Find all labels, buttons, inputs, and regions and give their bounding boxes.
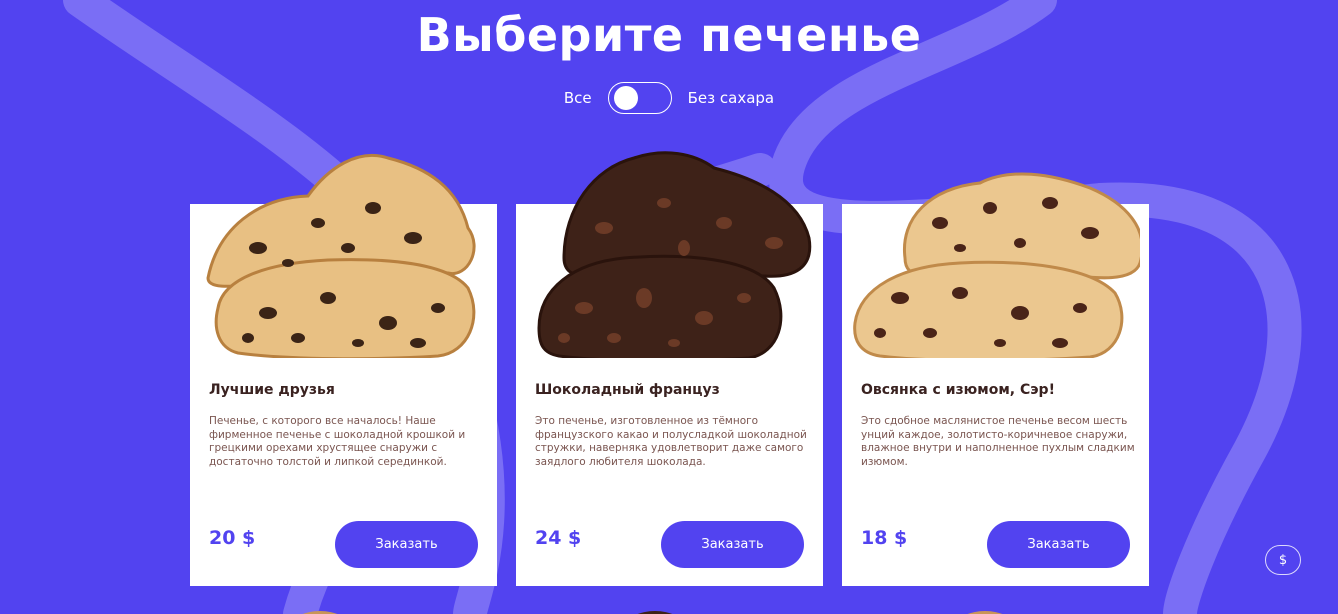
sugar-free-toggle[interactable] xyxy=(607,82,672,114)
page-title: Выберите печенье xyxy=(416,8,922,62)
order-button[interactable]: Заказать xyxy=(987,521,1130,568)
product-name: Шоколадный француз xyxy=(535,382,720,398)
product-card: Шоколадный француз Это печенье, изготовл… xyxy=(516,151,823,586)
sugar-filter: Все Без сахара xyxy=(0,82,1338,114)
product-name: Лучшие друзья xyxy=(209,382,335,398)
next-row-cookie-peek xyxy=(637,611,673,614)
next-row-cookie-peek xyxy=(967,611,1003,614)
product-description: Это печенье, изготовленное из тёмного фр… xyxy=(535,415,807,468)
product-name: Овсянка с изюмом, Сэр! xyxy=(861,382,1055,398)
currency-switch-button[interactable]: $ xyxy=(1265,545,1301,575)
product-card: Овсянка с изюмом, Сэр! Это сдобное масля… xyxy=(842,172,1149,586)
cookie-image xyxy=(537,151,812,358)
cookie-image xyxy=(206,153,476,358)
product-price: 20 $ xyxy=(209,527,256,549)
filter-all-label[interactable]: Все xyxy=(564,89,592,107)
product-price: 18 $ xyxy=(861,527,908,549)
product-description: Печенье, с которого все началось! Наше ф… xyxy=(209,415,466,468)
product-description: Это сдобное маслянистое печенье весом ше… xyxy=(861,415,1135,468)
next-row-cookie-peek xyxy=(302,611,338,614)
cookie-image xyxy=(853,172,1140,358)
dollar-icon: $ xyxy=(1278,552,1288,568)
product-card: Лучшие друзья Печенье, с которого все на… xyxy=(190,153,497,586)
order-button[interactable]: Заказать xyxy=(661,521,804,568)
toggle-knob xyxy=(613,86,638,110)
cookie-selection-page: Выберите печенье Все Без сахара Лучшие д… xyxy=(0,0,1338,614)
order-button[interactable]: Заказать xyxy=(335,521,478,568)
filter-sugar-free-label[interactable]: Без сахара xyxy=(688,89,774,107)
product-price: 24 $ xyxy=(535,527,582,549)
